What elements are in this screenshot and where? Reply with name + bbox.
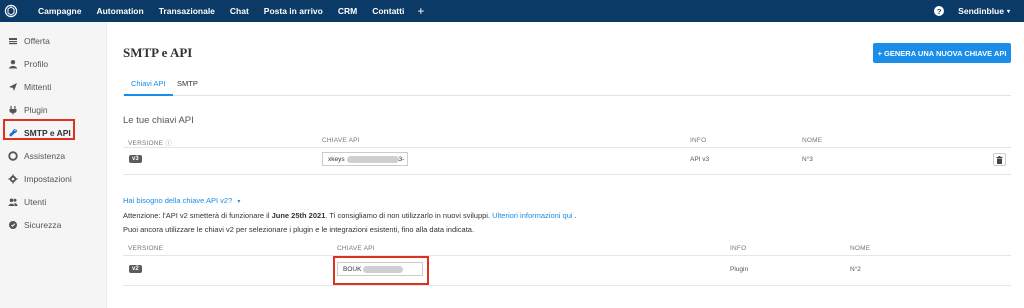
version-badge-v3: v3 — [129, 155, 142, 163]
deprecation-date: June 25th 2021 — [271, 211, 326, 220]
chevron-down-icon: ▾ — [237, 199, 241, 205]
tab-chiavi-api[interactable]: Chiavi API — [124, 79, 173, 96]
column-header-name: NOME — [802, 137, 823, 144]
account-menu[interactable]: Sendinblue ▾ — [958, 6, 1010, 16]
trash-icon — [996, 155, 1003, 164]
lock-icon — [8, 220, 18, 230]
sendinblue-logo-icon[interactable] — [0, 0, 22, 22]
sidebar-item-label: Impostazioni — [24, 174, 72, 184]
sidebar-item-label: Profilo — [24, 59, 49, 69]
sidebar-item-utenti[interactable]: Utenti — [8, 195, 46, 209]
generate-api-key-button[interactable]: + GENERA UNA NUOVA CHIAVE API — [873, 43, 1011, 63]
nav-campagne[interactable]: Campagne — [38, 6, 81, 16]
column-header-name: NOME — [850, 245, 871, 252]
table-divider — [123, 255, 1011, 256]
redacted-key — [346, 155, 399, 163]
nav-chat[interactable]: Chat — [230, 6, 249, 16]
sidebar-item-offerta[interactable]: Offerta — [8, 34, 50, 48]
users-icon — [8, 197, 18, 207]
sidebar-item-label: Sicurezza — [24, 220, 62, 230]
tab-bar: Chiavi API SMTP — [123, 72, 1011, 96]
info-icon: ⓘ — [165, 140, 172, 147]
column-header-version: VERSIONE ⓘ — [128, 140, 172, 147]
top-navbar: Campagne Automation Transazionale Chat P… — [0, 0, 1024, 22]
gear-icon — [8, 174, 18, 184]
v2-key-toggle[interactable]: Hai bisogno della chiave API v2? ▾ — [123, 196, 240, 205]
add-nav-icon[interactable]: + — [417, 5, 424, 17]
sidebar-item-label: Mittenti — [24, 82, 52, 92]
section-title: Le tue chiavi API — [123, 115, 194, 126]
help-icon[interactable]: ? — [934, 6, 945, 16]
nav-crm[interactable]: CRM — [338, 6, 357, 16]
api-key-v3-info: API v3 — [690, 156, 710, 163]
nav-transazionale[interactable]: Transazionale — [159, 6, 215, 16]
settings-sidebar: Offerta Profilo Mittenti Plugin SMTP e A… — [0, 22, 107, 308]
sidebar-item-impostazioni[interactable]: Impostazioni — [8, 172, 72, 186]
column-header-key: CHIAVE API — [337, 245, 375, 252]
highlight-box-v2-key — [333, 256, 429, 285]
sidebar-item-profilo[interactable]: Profilo — [8, 57, 48, 71]
table-divider — [123, 285, 1011, 286]
api-key-v3-name: N°3 — [802, 156, 813, 163]
api-key-v3-prefix: xkeys — [328, 155, 345, 163]
table-divider — [123, 174, 1011, 175]
tab-smtp[interactable]: SMTP — [177, 79, 198, 88]
deprecation-note: Puoi ancora utilizzare le chiavi v2 per … — [123, 225, 475, 234]
nav-contatti[interactable]: Contatti — [372, 6, 404, 16]
column-header-version: VERSIONE — [128, 245, 164, 252]
column-header-info: INFO — [730, 245, 747, 252]
column-header-key: CHIAVE API — [322, 137, 360, 144]
account-name: Sendinblue — [958, 6, 1004, 16]
api-key-v2-info: Plugin — [730, 266, 749, 273]
nav-posta-in-arrivo[interactable]: Posta in arrivo — [264, 6, 323, 16]
lifebuoy-icon — [8, 151, 18, 161]
sidebar-item-mittenti[interactable]: Mittenti — [8, 80, 51, 94]
user-icon — [8, 59, 18, 69]
sidebar-item-label: Assistenza — [24, 151, 66, 161]
sidebar-item-assistenza[interactable]: Assistenza — [8, 149, 65, 163]
table-divider — [123, 147, 1011, 148]
sidebar-item-plugin[interactable]: Plugin — [8, 103, 48, 117]
api-key-v3-field[interactable]: xkeys 3- — [322, 152, 408, 166]
plan-icon — [8, 36, 18, 46]
sidebar-item-sicurezza[interactable]: Sicurezza — [8, 218, 61, 232]
send-icon — [8, 82, 18, 92]
api-key-v2-name: N°2 — [850, 266, 861, 273]
v2-toggle-label: Hai bisogno della chiave API v2? — [123, 196, 233, 205]
delete-key-button[interactable] — [993, 153, 1006, 166]
more-info-link[interactable]: Ulteriori informazioni qui — [492, 211, 572, 220]
sidebar-item-label: Plugin — [24, 105, 48, 115]
sidebar-item-label: Offerta — [24, 36, 50, 46]
highlight-box-sidebar — [3, 119, 75, 140]
deprecation-warning: Attenzione: l'API v2 smetterà di funzion… — [123, 211, 577, 220]
chevron-down-icon: ▾ — [1006, 8, 1010, 15]
nav-automation[interactable]: Automation — [96, 6, 143, 16]
column-header-info: INFO — [690, 137, 707, 144]
version-badge-v2: v2 — [129, 265, 142, 273]
plug-icon — [8, 105, 18, 115]
sidebar-item-label: Utenti — [24, 197, 47, 207]
page-title: SMTP e API — [123, 45, 193, 60]
api-key-v3-suffix: 3- — [398, 155, 405, 163]
